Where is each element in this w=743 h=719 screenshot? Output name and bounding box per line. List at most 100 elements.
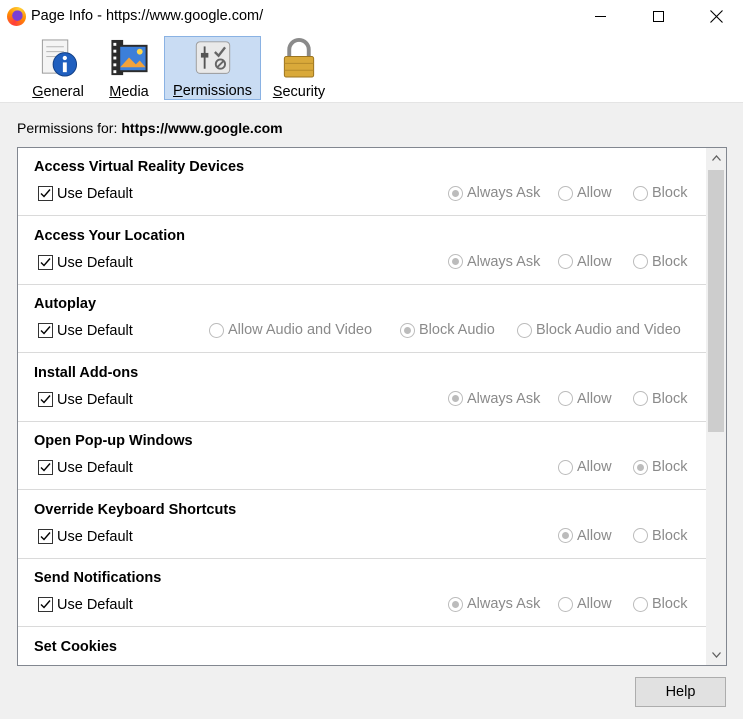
permission-option[interactable]: Block xyxy=(633,254,687,270)
option-label: Allow xyxy=(577,596,612,612)
permissions-host: https://www.google.com xyxy=(121,120,283,136)
option-label: Always Ask xyxy=(467,253,541,270)
tab-permissions[interactable]: Permissions xyxy=(164,36,261,100)
scroll-up-button[interactable] xyxy=(706,148,726,168)
radio-unselected[interactable] xyxy=(633,391,648,406)
permission-row: Install Add-ons Use Default Always Ask Allo… xyxy=(18,354,706,422)
radio-unselected[interactable] xyxy=(633,528,648,543)
permission-option[interactable]: Block Audio and Video xyxy=(517,322,681,338)
permission-option[interactable]: Allow Audio and Video xyxy=(209,322,372,338)
option-label: Block xyxy=(652,459,688,475)
vertical-scrollbar[interactable] xyxy=(706,148,726,665)
use-default-label[interactable]: Use Default xyxy=(57,597,133,613)
scrollbar-thumb[interactable] xyxy=(708,170,724,432)
tab-security-label: ecurity xyxy=(282,84,326,100)
permission-option[interactable]: Block xyxy=(633,185,687,201)
permission-option[interactable]: Block xyxy=(633,391,687,407)
permissions-list[interactable]: Set Cookies Use Default Send Notifications… xyxy=(17,147,727,666)
radio-selected[interactable] xyxy=(448,254,463,269)
use-default-label[interactable]: Use Default xyxy=(57,323,133,339)
option-label: Allow xyxy=(577,459,612,475)
radio-selected[interactable] xyxy=(400,322,415,338)
use-default-label[interactable]: Use Default xyxy=(57,255,133,271)
radio-selected[interactable] xyxy=(448,391,463,406)
permission-title: Access Your Location xyxy=(34,227,185,244)
use-default-checkbox[interactable] xyxy=(38,391,53,407)
radio-unselected[interactable] xyxy=(558,459,573,475)
maximize-button[interactable] xyxy=(629,0,687,33)
permissions-icon xyxy=(195,41,230,74)
permission-option[interactable]: Always Ask xyxy=(448,185,540,201)
checkmark-icon xyxy=(40,257,51,267)
permission-option[interactable]: Always Ask xyxy=(448,391,540,407)
radio-selected[interactable] xyxy=(448,185,463,201)
permission-option[interactable]: Allow xyxy=(558,391,612,407)
permission-title: Send Notifications xyxy=(34,570,162,586)
tab-permissions-label: ermissions xyxy=(182,83,252,99)
maximize-icon xyxy=(652,11,664,22)
close-button[interactable] xyxy=(687,0,743,33)
radio-unselected[interactable] xyxy=(517,322,532,338)
use-default-label[interactable]: Use Default xyxy=(57,529,133,545)
permission-option[interactable]: Always Ask xyxy=(448,596,540,612)
tab-security[interactable]: Security xyxy=(268,36,330,100)
use-default-checkbox[interactable] xyxy=(38,528,53,544)
minimize-button[interactable] xyxy=(571,0,629,33)
option-label: Allow Audio and Video xyxy=(228,322,373,338)
tab-media[interactable]: Media xyxy=(102,36,156,100)
radio-selected[interactable] xyxy=(448,596,463,612)
radio-unselected[interactable] xyxy=(558,391,573,406)
radio-selected[interactable] xyxy=(558,528,573,543)
checkmark-icon xyxy=(40,463,51,472)
use-default-label[interactable]: Use Default xyxy=(57,460,133,476)
tab-permissions-accesskey: P xyxy=(173,83,183,99)
use-default-label[interactable]: Use Default xyxy=(57,666,133,667)
permission-option[interactable]: Allow xyxy=(558,185,612,201)
tab-general[interactable]: General xyxy=(27,36,89,100)
use-default-checkbox[interactable] xyxy=(38,254,53,270)
option-label: Allow xyxy=(577,185,612,201)
permission-option[interactable]: Allow xyxy=(558,254,612,270)
checkmark-icon xyxy=(40,394,51,404)
use-default-checkbox[interactable] xyxy=(38,666,53,667)
permission-option[interactable]: Block xyxy=(633,459,687,475)
radio-unselected[interactable] xyxy=(558,254,573,269)
tab-general-accesskey: G xyxy=(32,84,44,100)
option-label: Always Ask xyxy=(467,390,541,407)
scroll-down-button[interactable] xyxy=(706,645,726,665)
option-label: Allow xyxy=(577,390,612,407)
permission-row: Access Virtual Reality Devices Use Defaul… xyxy=(18,148,706,216)
use-default-checkbox[interactable] xyxy=(38,460,53,475)
chevron-up-icon xyxy=(711,155,721,161)
permission-row: Open Pop-up Windows Use Default Allow Block xyxy=(18,422,706,490)
permission-title: Set Cookies xyxy=(34,638,117,655)
option-label: Always Ask xyxy=(467,185,541,201)
use-default-label[interactable]: Use Default xyxy=(57,392,133,408)
permission-row: Autoplay Use Default Allow Audio and Video… xyxy=(18,285,706,353)
permission-option[interactable]: Always Ask xyxy=(448,254,540,270)
permission-title: Install Add-ons xyxy=(34,364,139,381)
permission-option[interactable]: Block xyxy=(633,528,687,544)
radio-unselected[interactable] xyxy=(633,596,648,612)
permission-option[interactable]: Allow xyxy=(558,596,612,612)
radio-unselected[interactable] xyxy=(633,254,648,269)
permission-row: Access Your Location Use Default Always As… xyxy=(18,217,706,285)
permission-option[interactable]: Block xyxy=(633,596,687,612)
permission-option[interactable]: Allow xyxy=(558,528,612,544)
option-label: Block xyxy=(652,527,688,544)
help-button[interactable]: Help xyxy=(635,677,726,707)
use-default-checkbox[interactable] xyxy=(38,323,53,338)
radio-unselected[interactable] xyxy=(633,185,648,201)
use-default-checkbox[interactable] xyxy=(38,597,53,612)
permission-option[interactable]: Allow xyxy=(558,459,612,475)
option-label: Block xyxy=(652,596,688,612)
use-default-checkbox[interactable] xyxy=(38,186,53,201)
permission-row: Set Cookies Use Default xyxy=(18,628,706,667)
radio-unselected[interactable] xyxy=(209,322,224,338)
radio-selected[interactable] xyxy=(633,459,648,475)
radio-unselected[interactable] xyxy=(558,596,573,612)
use-default-label[interactable]: Use Default xyxy=(57,186,133,202)
permissions-for-label: Permissions for: xyxy=(17,120,118,136)
radio-unselected[interactable] xyxy=(558,185,573,201)
permission-option[interactable]: Block Audio xyxy=(400,322,495,338)
